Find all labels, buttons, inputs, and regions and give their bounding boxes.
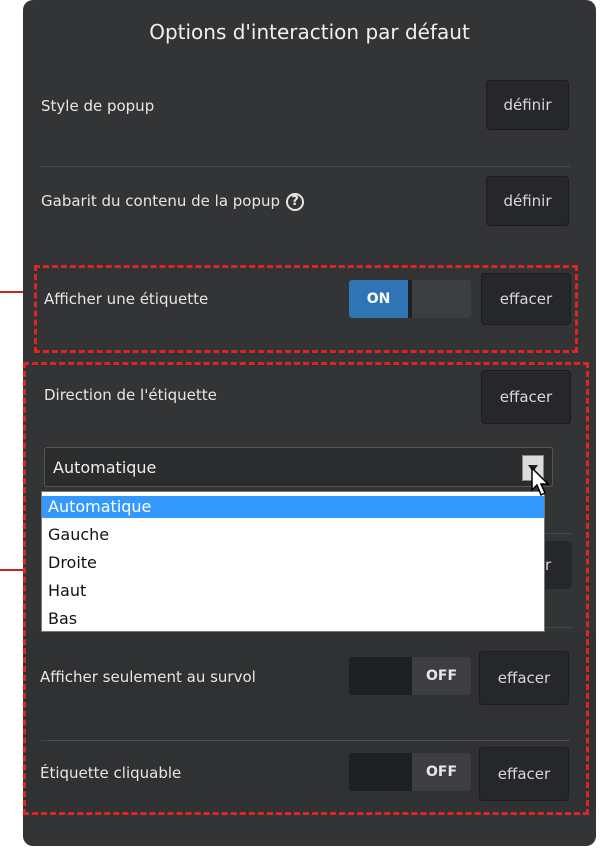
- highlight-box-label-options: [23, 362, 589, 815]
- popup-template-define-button[interactable]: définir: [486, 176, 569, 226]
- popup-template-label-text: Gabarit du contenu de la popup: [41, 192, 281, 210]
- help-icon[interactable]: ?: [286, 192, 305, 211]
- popup-template-label: Gabarit du contenu de la popup?: [41, 192, 305, 211]
- popup-style-label: Style de popup: [41, 97, 155, 115]
- popup-style-define-button[interactable]: définir: [486, 80, 569, 130]
- panel-title: Options d'interaction par défaut: [149, 20, 470, 44]
- separator: [41, 166, 570, 167]
- highlight-box-show-label: [34, 265, 578, 353]
